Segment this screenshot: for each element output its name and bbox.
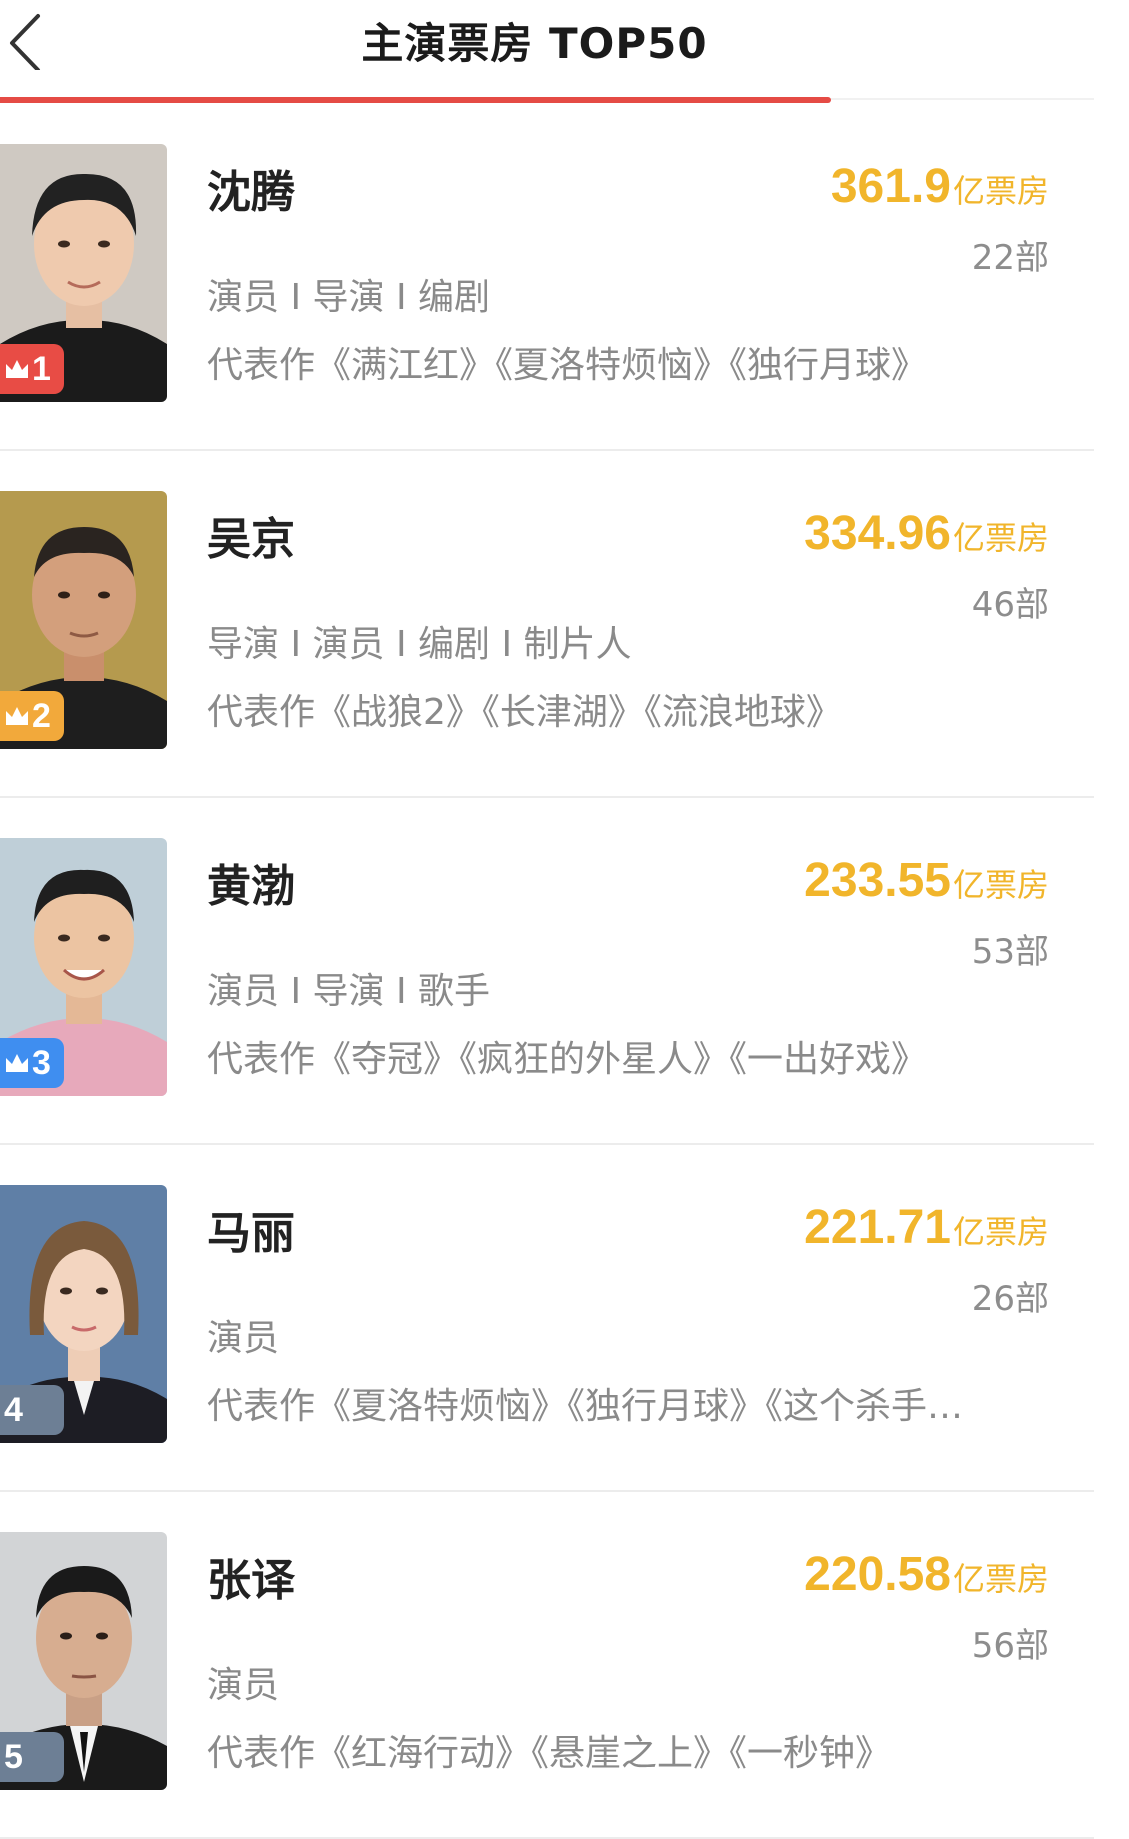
ranking-row-1[interactable]: 1 沈腾 361.9亿票房 22部 演员 I 导演 I 编剧 代表作《满江红》《… xyxy=(0,104,1129,451)
box-office-unit: 亿票房 xyxy=(952,1213,1049,1251)
actor-avatar: 3 xyxy=(0,838,167,1096)
box-office-unit: 亿票房 xyxy=(952,519,1049,557)
representative-works: 代表作《战狼2》《长津湖》《流浪地球》 xyxy=(207,692,842,733)
scroll-progress-bar xyxy=(0,97,831,103)
box-office: 221.71亿票房 xyxy=(804,1200,1049,1255)
rank-badge: 4 xyxy=(0,1385,64,1435)
box-office: 220.58亿票房 xyxy=(804,1547,1049,1602)
actor-roles: 导演 I 演员 I 编剧 I 制片人 xyxy=(207,624,632,665)
rank-badge: 5 xyxy=(0,1732,64,1782)
rank-badge: 3 xyxy=(0,1038,64,1088)
actor-roles: 演员 xyxy=(207,1318,280,1359)
actor-name: 马丽 xyxy=(207,1208,295,1259)
rank-number: 2 xyxy=(32,697,51,735)
actor-avatar: 1 xyxy=(0,144,167,402)
box-office: 233.55亿票房 xyxy=(804,853,1049,908)
rank-number: 4 xyxy=(4,1391,23,1429)
ranking-row-3[interactable]: 3 黄渤 233.55亿票房 53部 演员 I 导演 I 歌手 代表作《夺冠》《… xyxy=(0,798,1129,1145)
box-office-value: 221.71 xyxy=(804,1201,951,1254)
crown-icon xyxy=(6,1054,28,1072)
actor-avatar: 2 xyxy=(0,491,167,749)
representative-works: 代表作《夏洛特烦恼》《独行月球》《这个杀手… xyxy=(207,1386,964,1427)
actor-avatar: 5 xyxy=(0,1532,167,1790)
actor-ranking-list: 1 沈腾 361.9亿票房 22部 演员 I 导演 I 编剧 代表作《满江红》《… xyxy=(0,104,1129,1839)
box-office-unit: 亿票房 xyxy=(952,1560,1049,1598)
rank-number: 1 xyxy=(32,350,51,388)
top-nav-bar: 主演票房 TOP50 xyxy=(0,0,1129,104)
crown-icon xyxy=(6,360,28,378)
representative-works: 代表作《夺冠》《疯狂的外星人》《一出好戏》 xyxy=(207,1039,928,1080)
film-count: 56部 xyxy=(971,1626,1049,1666)
rank-number: 5 xyxy=(4,1738,23,1776)
rank-number: 3 xyxy=(32,1044,51,1082)
actor-name: 吴京 xyxy=(207,514,295,565)
actor-name: 沈腾 xyxy=(207,167,295,218)
ranking-row-5[interactable]: 5 张译 220.58亿票房 56部 演员 代表作《红海行动》《悬崖之上》《一秒… xyxy=(0,1492,1129,1839)
actor-avatar: 4 xyxy=(0,1185,167,1443)
page-title: 主演票房 TOP50 xyxy=(361,19,708,68)
box-office-value: 233.55 xyxy=(804,854,951,907)
ranking-row-4[interactable]: 4 马丽 221.71亿票房 26部 演员 代表作《夏洛特烦恼》《独行月球》《这… xyxy=(0,1145,1129,1492)
box-office: 334.96亿票房 xyxy=(804,506,1049,561)
box-office-value: 334.96 xyxy=(804,507,951,560)
rank-badge: 2 xyxy=(0,691,64,741)
actor-roles: 演员 I 导演 I 歌手 xyxy=(207,971,491,1012)
actor-name: 张译 xyxy=(207,1555,295,1606)
crown-icon xyxy=(6,707,28,725)
film-count: 46部 xyxy=(971,585,1049,625)
actor-roles: 演员 I 导演 I 编剧 xyxy=(207,277,491,318)
ranking-row-2[interactable]: 2 吴京 334.96亿票房 46部 导演 I 演员 I 编剧 I 制片人 代表… xyxy=(0,451,1129,798)
actor-roles: 演员 xyxy=(207,1665,280,1706)
box-office: 361.9亿票房 xyxy=(831,159,1049,214)
actor-name: 黄渤 xyxy=(207,861,295,912)
box-office-unit: 亿票房 xyxy=(952,866,1049,904)
box-office-unit: 亿票房 xyxy=(952,172,1049,210)
film-count: 53部 xyxy=(971,932,1049,972)
box-office-value: 220.58 xyxy=(804,1548,951,1601)
representative-works: 代表作《满江红》《夏洛特烦恼》《独行月球》 xyxy=(207,345,928,386)
representative-works: 代表作《红海行动》《悬崖之上》《一秒钟》 xyxy=(207,1733,892,1774)
box-office-value: 361.9 xyxy=(830,160,951,213)
film-count: 22部 xyxy=(971,238,1049,278)
rank-badge: 1 xyxy=(0,344,64,394)
film-count: 26部 xyxy=(971,1279,1049,1319)
